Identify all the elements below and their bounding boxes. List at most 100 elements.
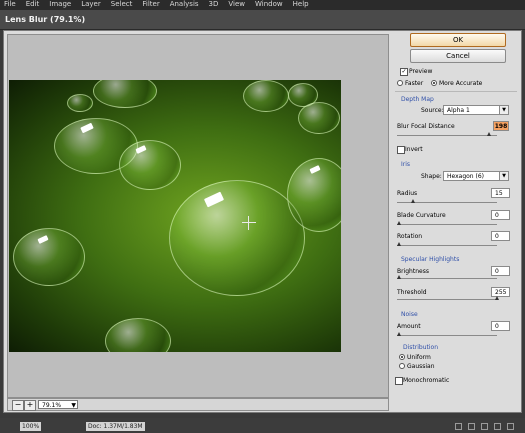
panel-icon[interactable] [455,423,462,430]
source-label: Source: [421,107,444,114]
focal-distance-slider[interactable] [397,132,497,136]
status-doc-size[interactable]: Doc: 1.37M/1.83M [86,422,145,431]
drop-highlight [37,235,49,244]
chevron-down-icon: ▼ [499,106,508,114]
faster-label: Faster [405,80,424,87]
menu-layer[interactable]: Layer [81,0,101,10]
slider-knob[interactable] [397,275,401,279]
status-zoom: 100% [20,422,42,431]
water-drop [119,140,181,190]
more-accurate-radio[interactable] [431,80,437,86]
faster-radio[interactable] [397,80,403,86]
menu-help[interactable]: Help [293,0,309,10]
invert-checkbox[interactable] [397,146,405,154]
zoom-out-button[interactable]: − [12,400,24,411]
water-drop [67,94,93,112]
water-drop [105,318,171,352]
dialog-title: Lens Blur (79.1%) [5,15,86,24]
water-drop [169,180,305,296]
rotation-slider[interactable] [397,242,497,246]
water-drop [93,80,157,108]
slider-knob[interactable] [397,242,401,246]
amount-label: Amount [397,323,421,330]
menu-select[interactable]: Select [111,0,133,10]
focal-distance-field[interactable]: 198 [493,121,509,131]
menu-window[interactable]: Window [255,0,283,10]
source-value: Alpha 1 [447,107,470,114]
gaussian-radio[interactable] [399,363,405,369]
controls-panel: OK Cancel ✓ Preview Faster More Accurate… [392,31,520,411]
preview-label: Preview [409,68,433,75]
divider [395,91,517,92]
slider-knob[interactable] [397,221,401,225]
distribution-heading: Distribution [403,344,439,351]
dialog-titlebar[interactable]: Lens Blur (79.1%) [0,10,525,30]
preview-image[interactable] [9,80,341,352]
more-accurate-label: More Accurate [439,80,483,87]
menu-analysis[interactable]: Analysis [170,0,199,10]
chevron-down-icon: ▼ [499,172,508,180]
threshold-slider[interactable] [397,296,499,300]
brightness-slider[interactable] [397,275,497,279]
slider-knob[interactable] [411,199,415,203]
focal-crosshair-icon[interactable] [242,216,256,230]
source-select[interactable]: Alpha 1 ▼ [443,105,509,115]
radius-slider[interactable] [397,199,497,203]
blade-curvature-field[interactable]: 0 [491,210,510,220]
amount-field[interactable]: 0 [491,321,510,331]
noise-heading: Noise [401,311,418,318]
preview-checkbox[interactable]: ✓ [400,68,408,76]
slider-knob[interactable] [495,296,499,300]
monochromatic-label: Monochromatic [403,377,450,384]
uniform-radio[interactable] [399,354,405,360]
shape-label: Shape: [421,173,442,180]
ok-button[interactable]: OK [410,33,506,47]
brightness-field[interactable]: 0 [491,266,510,276]
trash-icon[interactable] [507,423,514,430]
zoom-bar: − + 79.1% ▼ [7,398,389,411]
panel-icon[interactable] [481,423,488,430]
water-drop [13,228,85,286]
new-layer-icon[interactable] [494,423,501,430]
amount-slider[interactable] [397,332,497,336]
zoom-in-button[interactable]: + [24,400,36,411]
drop-highlight [135,145,147,154]
gaussian-label: Gaussian [407,363,435,370]
specular-highlights-heading: Specular Highlights [401,256,460,263]
blade-curvature-label: Blade Curvature [397,212,446,219]
slider-knob[interactable] [397,332,401,336]
cancel-button[interactable]: Cancel [410,49,506,63]
monochromatic-checkbox[interactable] [395,377,403,385]
shape-select[interactable]: Hexagon (6) ▼ [443,171,509,181]
menu-view[interactable]: View [228,0,245,10]
chevron-down-icon: ▼ [71,402,76,409]
focal-distance-label: Blur Focal Distance [397,123,455,130]
menu-image[interactable]: Image [49,0,71,10]
menu-edit[interactable]: Edit [26,0,40,10]
rotation-field[interactable]: 0 [491,231,510,241]
slider-knob[interactable] [487,132,491,136]
zoom-level-value: 79.1% [42,402,62,409]
drop-highlight [203,191,225,208]
drop-highlight [80,122,94,134]
shape-value: Hexagon (6) [447,173,485,180]
invert-label: Invert [405,146,423,153]
brightness-label: Brightness [397,268,429,275]
menu-file[interactable]: File [4,0,16,10]
menu-3d[interactable]: 3D [209,0,219,10]
blade-curvature-slider[interactable] [397,221,497,225]
menu-filter[interactable]: Filter [142,0,159,10]
zoom-level-select[interactable]: 79.1% ▼ [38,400,78,409]
depth-map-heading: Depth Map [401,96,434,103]
rotation-label: Rotation [397,233,423,240]
menubar: File Edit Image Layer Select Filter Anal… [0,0,525,10]
radius-field[interactable]: 15 [491,188,510,198]
iris-heading: Iris [401,161,411,168]
threshold-label: Threshold [397,289,427,296]
threshold-field[interactable]: 255 [491,287,510,297]
water-drop [298,102,340,134]
drop-highlight [309,165,321,174]
water-drop [243,80,289,112]
radius-label: Radius [397,190,418,197]
panel-icon[interactable] [468,423,475,430]
